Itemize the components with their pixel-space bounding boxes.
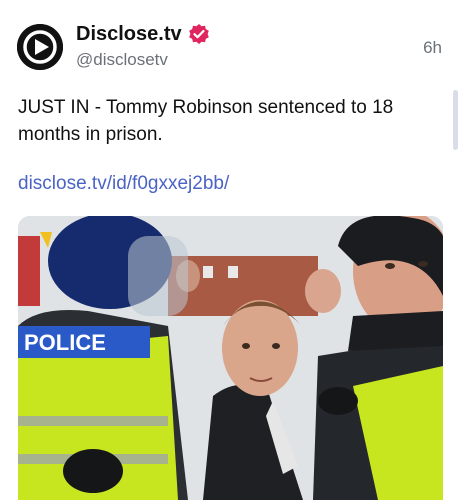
disclose-logo-icon <box>17 24 63 70</box>
author-row: Disclose.tv <box>76 22 210 46</box>
display-name[interactable]: Disclose.tv <box>76 22 182 46</box>
verified-badge-icon <box>188 24 209 44</box>
police-vest-label: POLICE <box>24 330 106 355</box>
post-link[interactable]: disclose.tv/id/f0gxxej2bb/ <box>18 173 229 195</box>
account-avatar[interactable] <box>17 24 63 70</box>
scrollbar[interactable] <box>453 90 458 150</box>
post-text: JUST IN - Tommy Robinson sentenced to 18… <box>18 97 394 145</box>
news-photo: POLICE <box>18 216 443 500</box>
account-handle[interactable]: @disclosetv <box>76 50 168 70</box>
post-timestamp[interactable]: 6h <box>423 38 442 58</box>
post-image[interactable]: POLICE <box>18 216 443 500</box>
post-card[interactable]: Disclose.tv @disclosetv 6h JUST IN - Tom… <box>0 0 462 500</box>
